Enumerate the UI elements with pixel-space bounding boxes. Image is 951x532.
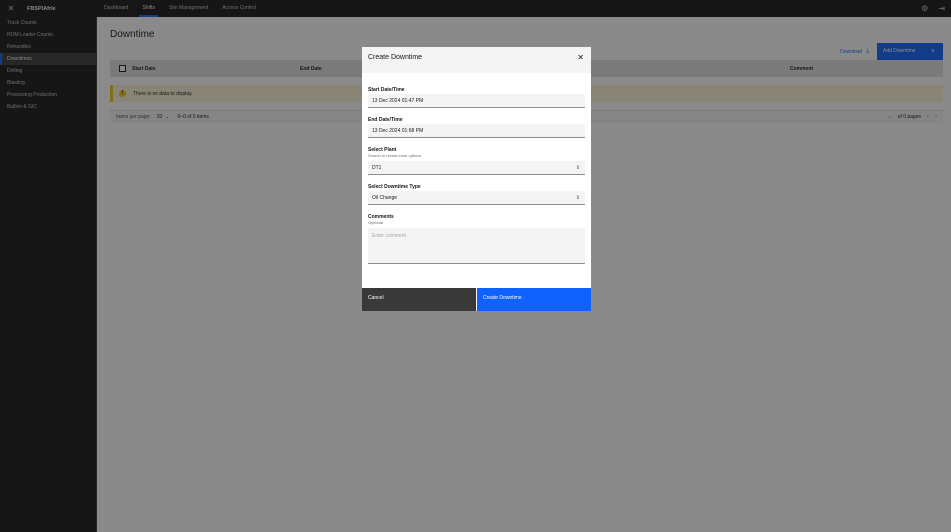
sort-caret-icon[interactable]: ⇕ xyxy=(576,191,580,205)
end-date-label: End Date/Time xyxy=(368,117,403,123)
create-downtime-modal: Create Downtime ✕ Start Date/Time 13 Dec… xyxy=(362,47,591,311)
downtime-type-select[interactable]: Oil Change ⇕ xyxy=(368,191,585,205)
select-plant-combobox[interactable]: DT1 ⇕ xyxy=(368,161,585,175)
close-icon[interactable]: ✕ xyxy=(577,53,584,62)
downtime-type-label: Select Downtime Type xyxy=(368,184,421,190)
sort-caret-icon[interactable]: ⇕ xyxy=(576,161,580,175)
comments-textarea[interactable]: Enter comment xyxy=(368,228,585,264)
create-downtime-button[interactable]: Create Downtime xyxy=(477,288,591,311)
modal-body: Start Date/Time 13 Dec 2024 01:47 PM End… xyxy=(362,73,591,288)
select-plant-value: DT1 xyxy=(372,165,382,171)
start-date-label: Start Date/Time xyxy=(368,87,405,93)
modal-footer: Cancel Create Downtime xyxy=(362,288,591,311)
start-date-input[interactable]: 13 Dec 2024 01:47 PM xyxy=(368,94,585,108)
comments-placeholder: Enter comment xyxy=(372,233,406,239)
end-date-input[interactable]: 13 Dec 2024 01:68 PM xyxy=(368,124,585,138)
downtime-type-value: Oil Change xyxy=(372,195,398,201)
modal-title: Create Downtime xyxy=(368,54,423,61)
select-plant-helper: Search to reveal more options xyxy=(368,153,422,158)
cancel-button[interactable]: Cancel xyxy=(362,288,476,311)
comments-helper: Optional xyxy=(368,220,383,225)
